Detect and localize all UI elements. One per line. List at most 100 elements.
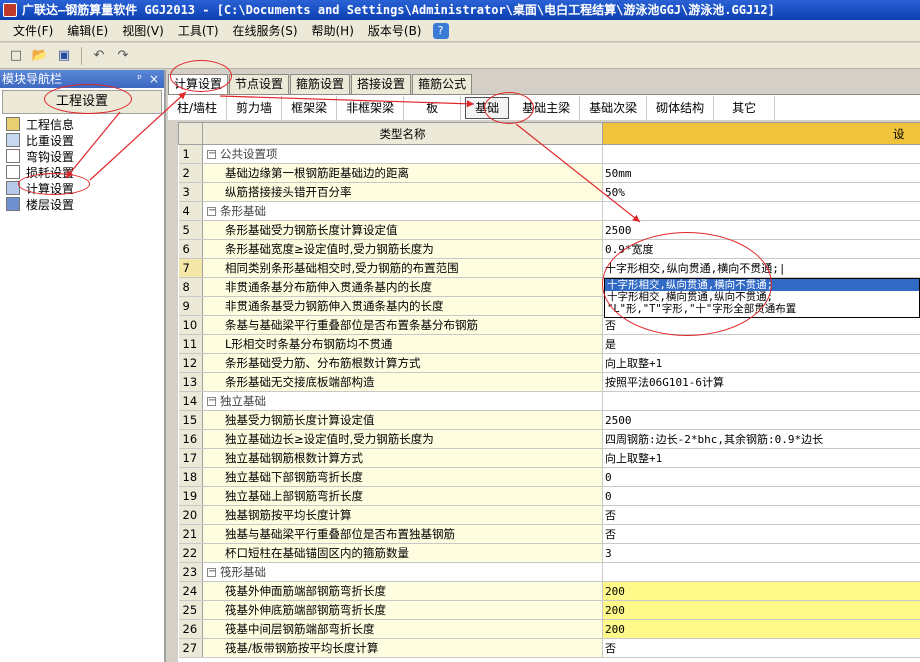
row-number: 16	[178, 429, 203, 449]
close-icon[interactable]: ×	[149, 70, 159, 88]
name-cell: 独基与基础梁平行重叠部位是否布置独基钢筋	[202, 524, 603, 544]
undo-icon[interactable]: ↶	[89, 46, 109, 66]
value-cell[interactable]	[602, 144, 920, 164]
value-cell[interactable]: 按照平法06G101-6计算	[602, 372, 920, 392]
pin-icon[interactable]: ᵖ	[137, 70, 142, 88]
tab-masonry[interactable]: 砌体结构	[647, 95, 715, 120]
tab-column[interactable]: 柱/墙柱	[168, 95, 228, 120]
value-cell[interactable]: 是	[602, 334, 920, 354]
name-cell: 条形基础无交接底板端部构造	[202, 372, 603, 392]
menu-edit[interactable]: 编辑(E)	[60, 22, 115, 39]
new-icon[interactable]: □	[6, 46, 26, 66]
tab-stirrup-formula[interactable]: 箍筋公式	[412, 74, 473, 94]
table-row[interactable]: 3 纵筋搭接接头错开百分率 50%	[178, 182, 920, 202]
value-cell[interactable]	[602, 562, 920, 582]
tab-frame-beam[interactable]: 框架梁	[282, 95, 338, 120]
table-row[interactable]: 2 基础边缘第一根钢筋距基础边的距离 50mm	[178, 163, 920, 183]
setting-label: 独立基础下部钢筋弯折长度	[225, 470, 363, 484]
table-row[interactable]: 20 独基钢筋按平均长度计算 否	[178, 505, 920, 525]
name-cell: 筏基中间层钢筋端部弯折长度	[202, 619, 603, 639]
row-number: 23	[178, 562, 203, 582]
menu-version[interactable]: 版本号(B)	[361, 22, 429, 39]
value-cell[interactable]: 3	[602, 543, 920, 563]
table-row[interactable]: 5 条形基础受力钢筋长度计算设定值 2500	[178, 220, 920, 240]
setting-label: 非贯通条基分布筋伸入贯通条基内的长度	[225, 280, 432, 294]
name-cell: L形相交时条基分布钢筋均不贯通	[202, 334, 603, 354]
value-cell[interactable]: 200	[602, 600, 920, 620]
tab-node-settings[interactable]: 节点设置	[229, 74, 290, 94]
settings-table: 类型名称 设 1− 公共设置项 2 基础边缘第一根钢筋距基础边的距离 50mm 3 纵筋搭接…	[178, 122, 920, 658]
menu-online-service[interactable]: 在线服务(S)	[226, 22, 305, 39]
value-cell[interactable]: 2500	[602, 410, 920, 430]
info-icon[interactable]: ?	[432, 22, 449, 39]
table-row[interactable]: 12 条形基础受力筋、分布筋根数计算方式 向上取整+1	[178, 353, 920, 373]
tab-lap-settings[interactable]: 搭接设置	[351, 74, 412, 94]
collapse-icon[interactable]: −	[207, 149, 216, 159]
redo-icon[interactable]: ↷	[113, 46, 133, 66]
table-row[interactable]: 11 L形相交时条基分布钢筋均不贯通 是	[178, 334, 920, 354]
collapse-icon[interactable]: −	[207, 396, 216, 406]
menu-tools[interactable]: 工具(T)	[171, 22, 226, 39]
table-row[interactable]: 13 条形基础无交接底板端部构造 按照平法06G101-6计算	[178, 372, 920, 392]
value-cell[interactable]	[602, 201, 920, 221]
value-cell[interactable]: 向上取整+1	[602, 353, 920, 373]
value-cell[interactable]: 向上取整+1	[602, 448, 920, 468]
value-cell[interactable]: 50mm	[602, 163, 920, 183]
nav-item-hook[interactable]: 弯钩设置	[0, 148, 164, 164]
table-row[interactable]: 24 筏基外伸面筋端部钢筋弯折长度 200	[178, 581, 920, 601]
table-row[interactable]: 16 独立基础边长≥设定值时,受力钢筋长度为 四周钢筋:边长-2*bhc,其余钢筋:…	[178, 429, 920, 449]
menu-help[interactable]: 帮助(H)	[305, 22, 361, 39]
tab-slab[interactable]: 板	[404, 95, 462, 120]
setting-label: 非贯通条基受力钢筋伸入贯通条基内的长度	[225, 299, 444, 313]
tab-other[interactable]: 其它	[714, 95, 776, 120]
table-row[interactable]: 7 相同类别条形基础相交时,受力钢筋的布置范围 十字形相交,纵向贯通,横向不贯通;|	[178, 258, 920, 278]
table-row[interactable]: 27 筏基/板带钢筋按平均长度计算 否	[178, 638, 920, 658]
setting-label: 条形基础	[220, 204, 266, 218]
name-cell: 独立基础钢筋根数计算方式	[202, 448, 603, 468]
group-name-cell: − 公共设置项	[202, 144, 603, 164]
save-icon[interactable]: ▣	[54, 46, 74, 66]
tab-shear-wall[interactable]: 剪力墙	[227, 95, 283, 120]
menu-file[interactable]: 文件(F)	[6, 22, 60, 39]
table-row[interactable]: 22 杯口短柱在基础锚固区内的箍筋数量 3	[178, 543, 920, 563]
group-row[interactable]: 23− 筏形基础	[178, 562, 920, 582]
table-row[interactable]: 17 独立基础钢筋根数计算方式 向上取整+1	[178, 448, 920, 468]
row-number: 20	[178, 505, 203, 525]
table-row[interactable]: 21 独基与基础梁平行重叠部位是否布置独基钢筋 否	[178, 524, 920, 544]
value-cell[interactable]: 200	[602, 581, 920, 601]
value-cell[interactable]: 否	[602, 505, 920, 525]
menu-view[interactable]: 视图(V)	[115, 22, 171, 39]
name-cell: 条形基础宽度≥设定值时,受力钢筋长度为	[202, 239, 603, 259]
tab-stirrup-settings[interactable]: 箍筋设置	[290, 74, 351, 94]
value-cell[interactable]: 否	[602, 524, 920, 544]
tab-foundation-secondary-beam[interactable]: 基础次梁	[580, 95, 648, 120]
value-cell[interactable]: 四周钢筋:边长-2*bhc,其余钢筋:0.9*边长	[602, 429, 920, 449]
table-row[interactable]: 25 筏基外伸底筋端部钢筋弯折长度 200	[178, 600, 920, 620]
row-number: 18	[178, 467, 203, 487]
group-row[interactable]: 14− 独立基础	[178, 391, 920, 411]
tab-non-frame-beam[interactable]: 非框架梁	[337, 95, 405, 120]
collapse-icon[interactable]: −	[207, 567, 216, 577]
table-row[interactable]: 6 条形基础宽度≥设定值时,受力钢筋长度为 0.9*宽度	[178, 239, 920, 259]
table-row[interactable]: 15 独基受力钢筋长度计算设定值 2500	[178, 410, 920, 430]
value-cell[interactable]: 否	[602, 638, 920, 658]
name-cell: 纵筋搭接接头错开百分率	[202, 182, 603, 202]
value-cell[interactable]	[602, 391, 920, 411]
open-icon[interactable]: 📂	[30, 46, 50, 66]
table-row[interactable]: 10 条基与基础梁平行重叠部位是否布置条基分布钢筋否	[178, 315, 920, 335]
table-row[interactable]: 18 独立基础下部钢筋弯折长度 0	[178, 467, 920, 487]
name-cell: 非贯通条基受力钢筋伸入贯通条基内的长度	[202, 296, 603, 316]
table-row[interactable]: 19 独立基础上部钢筋弯折长度 0	[178, 486, 920, 506]
value-cell[interactable]: 200	[602, 619, 920, 639]
group-row[interactable]: 1− 公共设置项	[178, 144, 920, 164]
value-cell[interactable]: 50%	[602, 182, 920, 202]
value-cell[interactable]: 0	[602, 486, 920, 506]
nav-item-density[interactable]: 比重设置	[0, 132, 164, 148]
value-cell[interactable]: 0	[602, 467, 920, 487]
nav-item-project-info[interactable]: 工程信息	[0, 116, 164, 132]
nav-item-floor[interactable]: 楼层设置	[0, 196, 164, 212]
group-row[interactable]: 4− 条形基础	[178, 201, 920, 221]
row-number: 9	[178, 296, 203, 316]
table-row[interactable]: 26 筏基中间层钢筋端部弯折长度 200	[178, 619, 920, 639]
collapse-icon[interactable]: −	[207, 206, 216, 216]
